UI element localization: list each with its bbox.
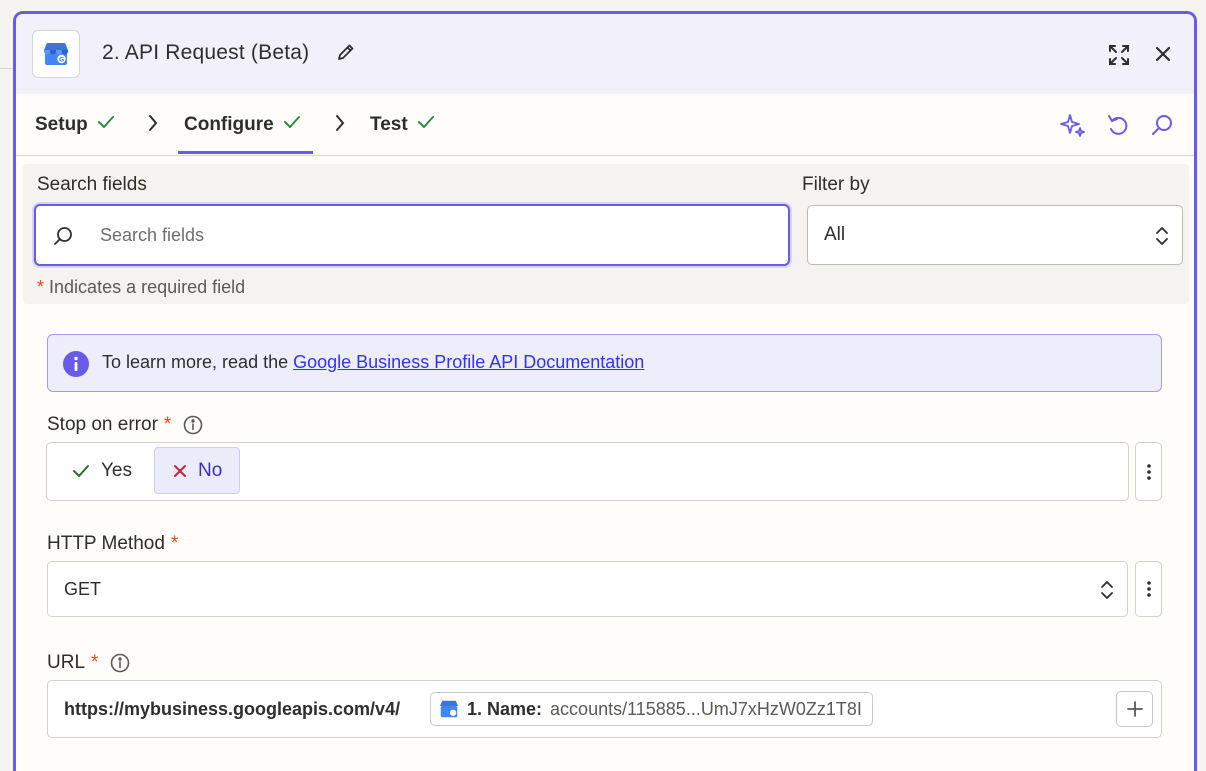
updown-icon xyxy=(1154,224,1170,253)
plus-icon xyxy=(1126,700,1144,718)
x-icon xyxy=(172,463,188,479)
check-icon xyxy=(71,463,91,479)
filter-label: Filter by xyxy=(802,174,870,195)
search-icon xyxy=(52,225,74,252)
active-tab-indicator xyxy=(178,151,313,154)
google-business-icon xyxy=(439,700,459,718)
check-icon xyxy=(96,114,116,136)
backdrop-divider xyxy=(0,68,14,69)
tab-label: Configure xyxy=(184,114,274,135)
step-tabs: Setup Configure Test xyxy=(16,94,1194,156)
field-label-text: Stop on error xyxy=(47,414,158,435)
svg-text:G: G xyxy=(59,56,64,64)
updown-icon xyxy=(1099,578,1115,607)
api-documentation-link[interactable]: Google Business Profile API Documentatio… xyxy=(293,352,644,372)
tab-label: Setup xyxy=(35,114,88,135)
filter-value: All xyxy=(824,224,846,245)
info-icon xyxy=(63,351,89,382)
no-option[interactable]: No xyxy=(154,447,241,494)
yes-label: Yes xyxy=(101,459,132,481)
url-label: URL * xyxy=(47,652,130,674)
url-input[interactable]: https://mybusiness.googleapis.com/v4/ 1.… xyxy=(47,680,1162,738)
pill-label: 1. Name: xyxy=(467,698,543,719)
search-input[interactable] xyxy=(98,219,768,251)
info-outline-icon[interactable] xyxy=(110,653,130,673)
field-label-text: URL xyxy=(47,652,86,673)
search-label: Search fields xyxy=(37,174,147,195)
close-icon[interactable] xyxy=(1154,45,1172,68)
stop-on-error-label: Stop on error * xyxy=(47,414,203,436)
undo-icon[interactable] xyxy=(1106,112,1130,143)
search-input-box[interactable] xyxy=(34,204,790,266)
panel-header: G 2. API Request (Beta) xyxy=(16,14,1194,94)
chevron-right-icon xyxy=(333,113,347,138)
required-star: * xyxy=(170,533,179,554)
required-star: * xyxy=(91,652,99,673)
page-title: 2. API Request (Beta) xyxy=(102,41,310,64)
mapped-field-pill[interactable]: 1. Name: accounts/115885...UmJ7xHzW0Zz1T… xyxy=(430,692,873,726)
filter-select[interactable]: All xyxy=(807,205,1183,265)
kebab-icon xyxy=(1146,462,1152,482)
check-icon xyxy=(416,114,436,136)
http-method-value: GET xyxy=(64,579,102,599)
check-icon xyxy=(282,114,302,136)
tab-test[interactable]: Test xyxy=(370,114,436,136)
required-note-text: Indicates a required field xyxy=(49,277,246,297)
tab-label: Test xyxy=(370,114,408,135)
pencil-icon[interactable] xyxy=(336,42,356,67)
google-business-icon: G xyxy=(32,30,80,78)
chevron-right-icon xyxy=(146,113,160,138)
info-text: To learn more, read the Google Business … xyxy=(102,352,644,373)
step-editor-panel: G 2. API Request (Beta) Setup Configure … xyxy=(13,11,1197,771)
tab-setup[interactable]: Setup xyxy=(35,114,116,136)
info-prefix: To learn more, read the xyxy=(102,352,294,372)
info-outline-icon[interactable] xyxy=(183,415,203,435)
pill-value: accounts/115885...UmJ7xHzW0Zz1T8I xyxy=(550,698,862,719)
no-label: No xyxy=(198,459,223,481)
tab-configure[interactable]: Configure xyxy=(184,114,302,136)
required-note: * Indicates a required field xyxy=(37,277,245,298)
expand-icon[interactable] xyxy=(1107,43,1131,72)
http-method-select[interactable]: GET xyxy=(47,561,1128,617)
insert-data-button[interactable] xyxy=(1116,691,1153,727)
kebab-icon xyxy=(1146,579,1152,599)
required-star: * xyxy=(37,277,45,297)
search-fields-area: Search fields Filter by All * Indicates … xyxy=(23,164,1189,304)
http-method-label: HTTP Method * xyxy=(47,533,178,555)
info-banner: To learn more, read the Google Business … xyxy=(47,334,1162,392)
field-label-text: HTTP Method xyxy=(47,533,165,554)
required-star: * xyxy=(163,414,172,435)
yes-option[interactable]: Yes xyxy=(53,447,150,494)
search-icon[interactable] xyxy=(1150,112,1174,143)
sparkle-icon[interactable] xyxy=(1060,112,1086,143)
stop-on-error-menu-button[interactable] xyxy=(1135,442,1162,501)
url-prefix: https://mybusiness.googleapis.com/v4/ xyxy=(64,699,401,719)
http-method-menu-button[interactable] xyxy=(1135,561,1162,617)
stop-on-error-toggle: Yes No xyxy=(46,442,1129,501)
